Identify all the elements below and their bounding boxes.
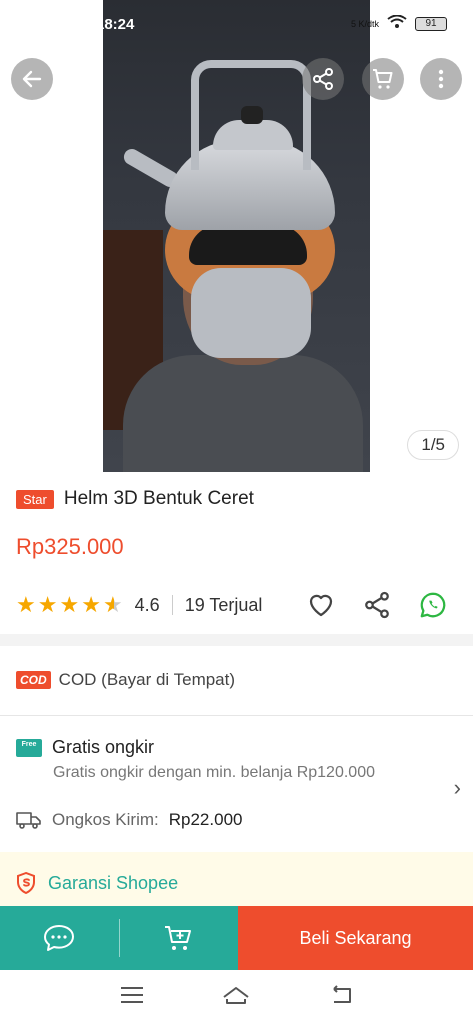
rating-row: ★ ★ ★ ★ ★ 4.6 19 Terjual [16, 590, 456, 620]
home-icon [223, 986, 250, 1004]
star-half-icon: ★ [102, 592, 123, 617]
chat-icon [44, 925, 75, 951]
signal-indicator: H [72, 16, 80, 26]
network-speed: 5 K/dtk [350, 18, 379, 29]
share-icon [313, 68, 333, 90]
whatsapp-icon [420, 592, 446, 618]
divider [0, 715, 473, 716]
share-product-button[interactable] [362, 590, 392, 625]
photo-hair [189, 225, 307, 265]
guarantee-banner[interactable]: Garansi Shopee [0, 852, 473, 910]
star-icon: ★ [16, 592, 36, 617]
image-counter: 1/5 [407, 430, 459, 460]
menu-icon [121, 986, 144, 1003]
chevron-right-icon: › [453, 775, 461, 800]
favorite-button[interactable] [306, 590, 336, 625]
cod-label: COD (Bayar di Tempat) [58, 670, 236, 689]
status-time: 18:24 [96, 16, 135, 33]
product-title-row: Star Helm 3D Bentuk Ceret [16, 488, 254, 510]
star-seller-badge: Star [16, 489, 54, 509]
rating-stars[interactable]: ★ ★ ★ ★ ★ [16, 592, 123, 618]
divider [171, 595, 173, 615]
shipping-cost-row: Ongkos Kirim: Rp22.000 [16, 810, 242, 830]
more-options-button[interactable] [420, 58, 462, 100]
wifi-icon [387, 14, 407, 32]
menu-nav-button[interactable] [117, 983, 147, 1012]
chat-button[interactable] [0, 906, 119, 970]
star-icon: ★ [81, 592, 101, 617]
buy-now-button[interactable]: Beli Sekarang [238, 906, 473, 970]
add-to-cart-button[interactable] [120, 906, 239, 970]
truck-icon [16, 812, 41, 829]
whatsapp-share-button[interactable] [418, 590, 448, 625]
cod-icon: COD [16, 671, 51, 689]
share-button[interactable] [302, 58, 344, 100]
home-nav-button[interactable] [221, 983, 251, 1012]
status-bar: H 18:24 5 K/dtk 91 [0, 0, 473, 44]
back-icon [333, 984, 351, 1003]
arrow-left-icon [22, 70, 42, 88]
cart-icon [373, 69, 393, 89]
photo-kettle-handle [191, 60, 311, 170]
guarantee-label: Garansi Shopee [48, 872, 179, 893]
star-icon: ★ [59, 592, 80, 617]
shield-icon [17, 872, 35, 894]
product-actions [306, 590, 448, 625]
free-shipping-title: Gratis ongkir [52, 737, 155, 757]
shipping-section[interactable]: Free Gratis ongkir Gratis ongkir dengan … [16, 737, 461, 800]
system-nav-bar [0, 970, 473, 1024]
product-title: Helm 3D Bentuk Ceret [63, 488, 254, 509]
share-icon [365, 591, 389, 619]
photo-shirt [123, 355, 363, 472]
shipping-cost-value: Rp22.000 [168, 810, 243, 829]
product-price: Rp325.000 [16, 534, 124, 559]
heart-icon [309, 594, 333, 617]
free-shipping-icon: Free [16, 738, 42, 757]
add-to-cart-icon [164, 926, 191, 950]
battery-icon: 91 [415, 16, 447, 31]
cart-button[interactable] [362, 58, 404, 100]
more-vertical-icon [438, 69, 444, 89]
back-button[interactable] [11, 58, 53, 100]
shipping-cost-label: Ongkos Kirim: [52, 810, 159, 829]
section-gap [0, 634, 473, 646]
photo-mask [191, 268, 311, 358]
sold-count: 19 Terjual [184, 594, 263, 615]
cod-row: COD COD (Bayar di Tempat) [16, 670, 235, 690]
free-shipping-subtitle: Gratis ongkir dengan min. belanja Rp120.… [53, 764, 375, 781]
star-icon: ★ [37, 592, 58, 617]
rating-value: 4.6 [134, 594, 160, 615]
status-right: 5 K/dtk 91 [350, 14, 447, 32]
bottom-action-bar: Beli Sekarang [0, 906, 473, 970]
back-nav-button[interactable] [326, 983, 356, 1012]
